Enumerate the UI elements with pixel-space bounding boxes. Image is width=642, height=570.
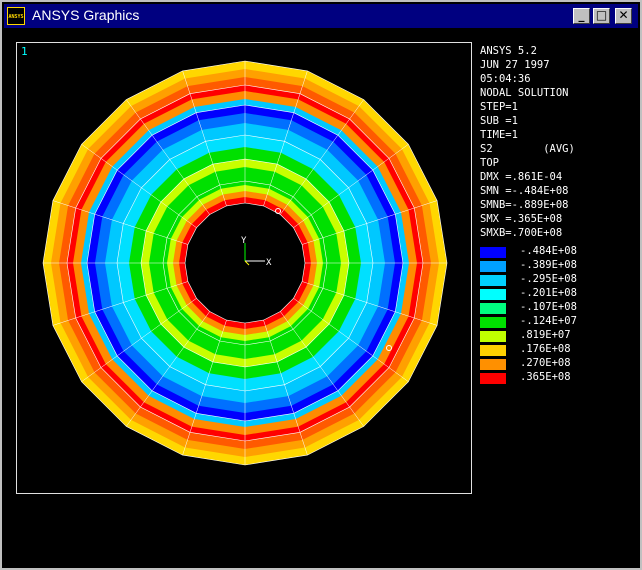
minimize-button[interactable]: _ <box>573 8 590 24</box>
legend-label: .270E+08 <box>520 357 571 369</box>
legend-label: .819E+07 <box>520 329 571 341</box>
ansys-graphics-window: ANSYS ANSYS Graphics _ □ ✕ 1 Y X ANSYS 5… <box>0 0 642 570</box>
legend-swatch <box>480 317 506 328</box>
legend-label: -.124E+07 <box>520 315 577 327</box>
graphics-viewport[interactable]: 1 Y X <box>16 42 472 494</box>
legend-label: -.484E+08 <box>520 245 577 257</box>
solution-info-panel: ANSYS 5.2 JUN 27 1997 05:04:36 NODAL SOLUTI… <box>480 44 575 240</box>
maximize-button[interactable]: □ <box>593 8 610 24</box>
contour-plot <box>42 60 448 466</box>
close-button[interactable]: ✕ <box>615 8 632 24</box>
info-line: SMX =.365E+08 <box>480 213 563 225</box>
info-line: STEP=1 <box>480 101 518 113</box>
info-line: NODAL SOLUTION <box>480 87 569 99</box>
legend-swatch <box>480 373 506 384</box>
info-line: SMXB=.700E+08 <box>480 227 563 239</box>
title-bar[interactable]: ANSYS ANSYS Graphics _ □ ✕ <box>4 4 638 28</box>
legend-label: -.201E+08 <box>520 287 577 299</box>
info-line: 05:04:36 <box>480 73 531 85</box>
info-line: TOP <box>480 157 499 169</box>
legend-swatch <box>480 261 506 272</box>
legend-swatch <box>480 303 506 314</box>
info-line: ANSYS 5.2 <box>480 45 537 57</box>
info-line: S2 (AVG) <box>480 143 575 155</box>
window-number: 1 <box>21 45 28 58</box>
legend-label: .365E+08 <box>520 371 571 383</box>
legend-swatch <box>480 275 506 286</box>
legend-swatch <box>480 331 506 342</box>
info-line: SMN =-.484E+08 <box>480 185 569 197</box>
info-line: SUB =1 <box>480 115 518 127</box>
legend-swatch <box>480 289 506 300</box>
info-line: JUN 27 1997 <box>480 59 550 71</box>
info-line: DMX =.861E-04 <box>480 171 563 183</box>
legend-label: -.295E+08 <box>520 273 577 285</box>
axis-y-label: Y <box>241 236 247 246</box>
legend-swatch <box>480 247 506 258</box>
legend-swatch <box>480 345 506 356</box>
info-line: TIME=1 <box>480 129 518 141</box>
ansys-app-icon[interactable]: ANSYS <box>7 7 25 25</box>
legend-label: .176E+08 <box>520 343 571 355</box>
window-title: ANSYS Graphics <box>32 7 140 23</box>
legend-label: -.389E+08 <box>520 259 577 271</box>
legend-label: -.107E+08 <box>520 301 577 313</box>
legend-swatch <box>480 359 506 370</box>
info-line: SMNB=-.889E+08 <box>480 199 569 211</box>
axis-x-label: X <box>266 258 272 268</box>
